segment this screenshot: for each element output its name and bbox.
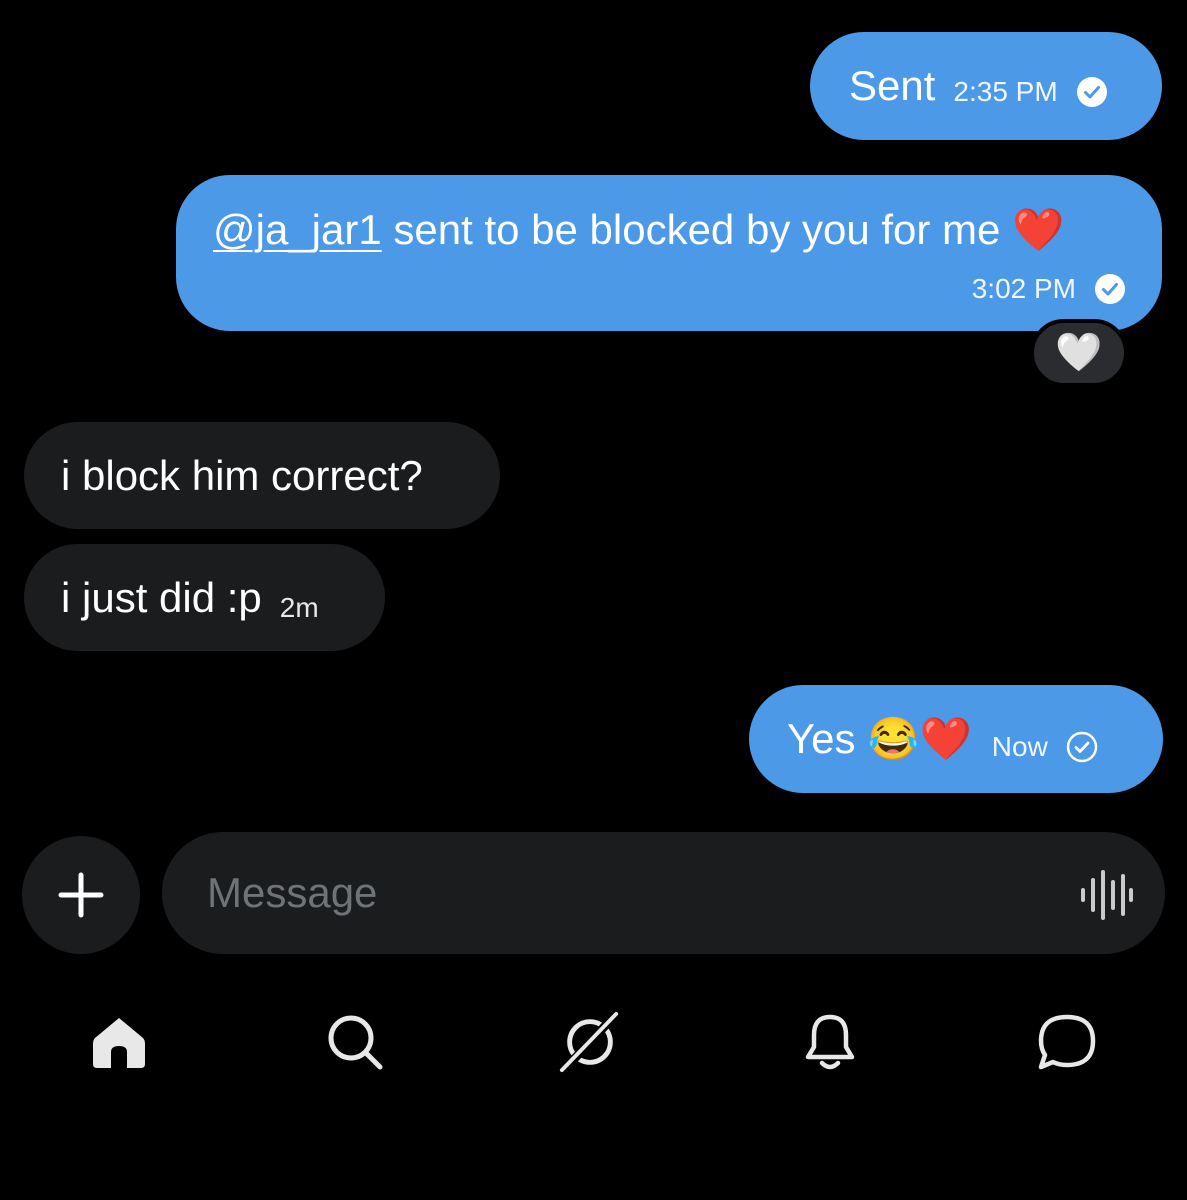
nav-search[interactable] — [323, 1010, 387, 1074]
message-text: Sent — [849, 62, 936, 109]
voice-message-icon[interactable] — [1079, 870, 1133, 920]
read-check-icon — [1095, 274, 1125, 304]
message-meta: 2:35 PM — [953, 76, 1107, 108]
message-bubble-outgoing[interactable]: Sent 2:35 PM — [810, 32, 1162, 140]
add-attachment-button[interactable] — [22, 836, 140, 954]
message-time: Now — [991, 731, 1048, 762]
user-mention-link[interactable]: @ja_jar1 — [213, 206, 382, 253]
message-text: @ja_jar1 sent to be blocked by you for m… — [213, 209, 1064, 251]
grok-icon — [559, 1010, 620, 1074]
message-text: i just did :p — [61, 573, 262, 621]
messages-icon — [1038, 1014, 1096, 1070]
nav-grok[interactable] — [558, 1010, 622, 1074]
nav-notifications[interactable] — [798, 1010, 862, 1074]
message-input[interactable] — [205, 862, 1029, 924]
plus-icon — [58, 872, 104, 918]
message-composer — [162, 832, 1165, 954]
message-bubble-incoming[interactable]: i just did :p 2m — [24, 544, 385, 651]
message-time: 2:35 PM — [953, 76, 1058, 107]
home-icon — [93, 1018, 145, 1068]
message-bubble-outgoing[interactable]: @ja_jar1 sent to be blocked by you for m… — [176, 175, 1162, 331]
message-bubble-outgoing[interactable]: Yes 😂❤️ Now — [749, 685, 1163, 793]
message-time: 3:02 PM — [971, 273, 1076, 304]
read-check-icon — [1076, 77, 1107, 107]
message-bubble-incoming[interactable]: i block him correct? — [24, 422, 500, 529]
nav-messages[interactable] — [1035, 1010, 1099, 1074]
message-meta: 3:02 PM — [972, 273, 1126, 305]
message-reaction[interactable]: 🤍 — [1030, 319, 1128, 387]
bell-icon — [805, 1014, 855, 1070]
sent-check-icon — [1066, 731, 1098, 763]
nav-home[interactable] — [87, 1010, 151, 1074]
message-text: i block him correct? — [61, 451, 423, 499]
message-meta: Now — [992, 731, 1098, 763]
message-text: Yes 😂❤️ — [787, 715, 972, 762]
search-icon — [328, 1015, 383, 1070]
message-time: 2m — [279, 591, 319, 623]
message-body: sent to be blocked by you for me ❤️ — [381, 206, 1065, 253]
